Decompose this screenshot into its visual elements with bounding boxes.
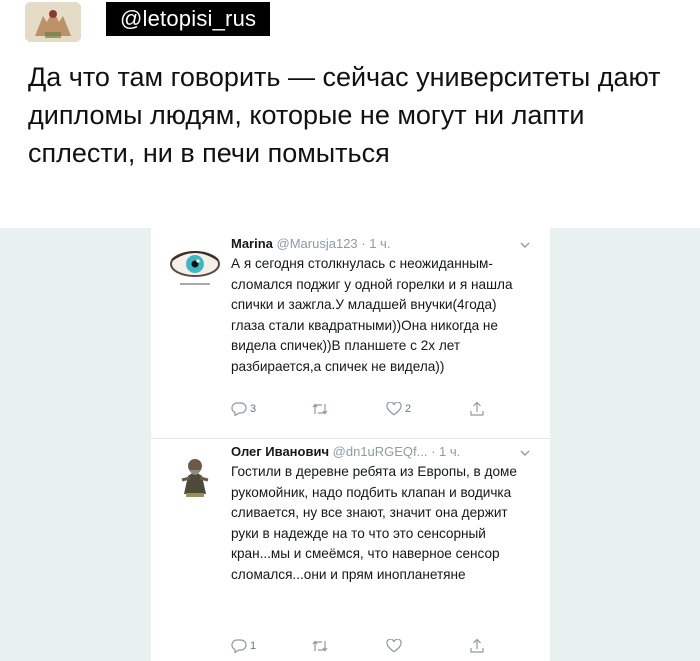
retweet-button[interactable] bbox=[311, 637, 329, 655]
like-button[interactable]: 2 bbox=[386, 400, 411, 418]
reply-button[interactable]: 3 bbox=[231, 400, 256, 418]
share-icon bbox=[469, 401, 485, 417]
share-button[interactable] bbox=[469, 637, 485, 655]
avatar[interactable] bbox=[168, 242, 222, 296]
retweet-icon bbox=[311, 402, 329, 416]
tweet-actions: 1 bbox=[231, 637, 501, 655]
share-button[interactable] bbox=[469, 400, 485, 418]
tweet-card: Marina @Marusja123 · 1 ч. А я сегодня ст… bbox=[151, 228, 550, 661]
retweet-icon bbox=[311, 639, 329, 653]
like-icon bbox=[386, 639, 402, 653]
reply-count: 1 bbox=[250, 640, 257, 652]
chevron-down-icon[interactable] bbox=[520, 445, 530, 456]
source-avatar[interactable] bbox=[25, 2, 81, 42]
reply-button[interactable]: 1 bbox=[231, 637, 256, 655]
chevron-down-icon[interactable] bbox=[520, 237, 530, 248]
like-icon bbox=[386, 402, 402, 416]
reply-count: 3 bbox=[250, 403, 257, 415]
author-meta[interactable]: @dn1uRGEQf... · 1 ч. bbox=[333, 444, 461, 459]
screenshot-panel: Marina @Marusja123 · 1 ч. А я сегодня ст… bbox=[0, 228, 700, 661]
like-button[interactable] bbox=[386, 637, 402, 655]
author-name[interactable]: Олег Иванович bbox=[231, 444, 329, 459]
tweet-actions: 3 2 bbox=[231, 400, 501, 418]
tweet-text: А я сегодня столкнулась с неожиданным-сл… bbox=[231, 256, 513, 374]
reply-icon bbox=[231, 402, 247, 416]
author-name[interactable]: Marina bbox=[231, 236, 273, 251]
avatar[interactable] bbox=[168, 450, 222, 504]
tweet-header: Marina @Marusja123 · 1 ч. bbox=[231, 236, 390, 252]
tweet-header: Олег Иванович @dn1uRGEQf... · 1 ч. bbox=[231, 444, 460, 460]
source-post-text: Да что там говорить — сейчас университет… bbox=[28, 62, 661, 168]
reply-icon bbox=[231, 639, 247, 653]
tweet[interactable]: Marina @Marusja123 · 1 ч. А я сегодня ст… bbox=[151, 228, 550, 440]
source-post: @letopisi_rus Да что там говорить — сейч… bbox=[0, 0, 700, 228]
tweet-divider bbox=[151, 438, 550, 439]
like-count: 2 bbox=[405, 403, 412, 415]
tweet[interactable]: Олег Иванович @dn1uRGEQf... · 1 ч. Гости… bbox=[151, 440, 550, 661]
source-handle[interactable]: @letopisi_rus bbox=[106, 2, 271, 36]
author-meta[interactable]: @Marusja123 · 1 ч. bbox=[277, 236, 391, 251]
retweet-button[interactable] bbox=[311, 400, 329, 418]
share-icon bbox=[469, 638, 485, 654]
tweet-text: Гостили в деревне ребята из Европы, в до… bbox=[231, 464, 517, 582]
